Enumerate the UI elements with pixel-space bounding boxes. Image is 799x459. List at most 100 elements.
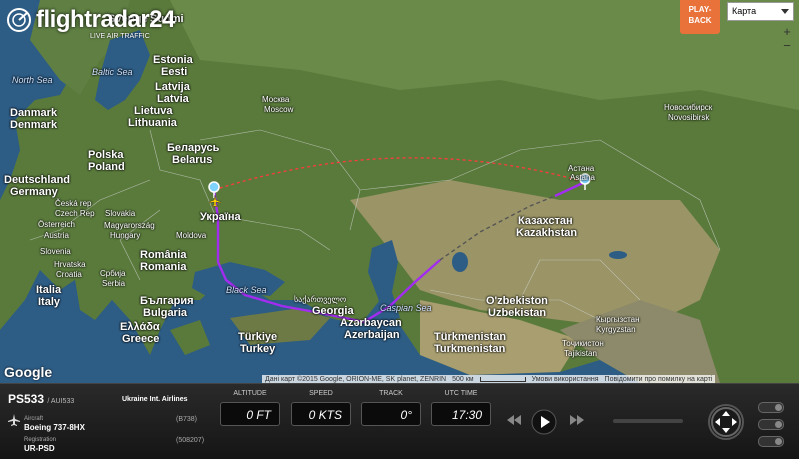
altitude-instrument: ALTITUDE 0 FT	[220, 390, 280, 426]
label-deutschland: Deutschland	[4, 174, 71, 186]
flightradar24-logo[interactable]: flightradar24 LIVE AIR TRAFFIC	[6, 6, 175, 40]
aircraft-icon[interactable]	[209, 195, 221, 207]
zoom-out-button[interactable]: −	[779, 39, 795, 53]
aircraft-code: (B738)	[176, 416, 198, 423]
label-germany: Germany	[10, 186, 58, 198]
label-romania-2: Romania	[140, 261, 187, 273]
airline-name: Ukraine Int. Airlines	[122, 396, 188, 403]
label-magyarorszag: Magyarország	[104, 221, 155, 230]
label-turkey: Turkey	[240, 343, 276, 355]
day-night-toggle[interactable]	[758, 402, 784, 413]
altitude-value: 0 FT	[220, 402, 280, 426]
label-georgia-1: საქართველო	[294, 295, 347, 304]
brand-name: flightradar24	[36, 6, 175, 33]
chevron-down-icon	[781, 9, 789, 14]
flight-info-panel: PS533 / AUI533 Ukraine Int. Airlines Air…	[0, 383, 799, 459]
airplane-icon	[8, 414, 20, 426]
map-attribution: Дані карт ©2015 Google, ORION-ME, SK pla…	[262, 375, 716, 383]
track-title: TRACK	[379, 390, 403, 397]
label-baltic-sea: Baltic Sea	[92, 67, 133, 77]
label-italia: Italia	[36, 284, 62, 296]
speed-title: SPEED	[309, 390, 333, 397]
brand-tagline: LIVE AIR TRAFFIC	[90, 33, 150, 40]
toggle-knob	[775, 438, 782, 445]
map-type-value: Карта	[732, 6, 757, 16]
label-astana-2: Astana	[570, 173, 595, 182]
label-danmark: Danmark	[10, 107, 58, 119]
zoom-in-button[interactable]: +	[779, 25, 795, 39]
move-arrows-icon[interactable]	[708, 404, 744, 440]
label-turkmenistan-2: Turkmenistan	[434, 343, 506, 355]
label-polska: Polska	[88, 149, 124, 161]
label-czech-1: Česká rep	[55, 199, 92, 208]
fast-forward-icon[interactable]	[569, 413, 585, 427]
aircraft-type: Boeing 737-8HX	[24, 423, 85, 432]
label-azerbaijan-2: Azerbaijan	[344, 329, 400, 341]
label-kyrgyzstan-1: Кыргызстан	[596, 315, 640, 324]
label-osterreich: Österreich	[38, 220, 75, 229]
google-logo: Google	[4, 364, 53, 380]
label-tajikistan-1: Тоҷикистон	[562, 339, 604, 348]
label-uzbekistan-1: O'zbekiston	[486, 295, 548, 307]
altitude-title: ALTITUDE	[233, 390, 267, 397]
label-astana-1: Астана	[568, 164, 595, 173]
label-serbia-1: Србија	[100, 269, 126, 278]
attribution-text: Дані карт ©2015 Google, ORION-ME, SK pla…	[265, 375, 447, 383]
terms-link[interactable]: Умови використання	[532, 376, 599, 383]
label-kazakhstan-2: Kazakhstan	[516, 227, 578, 239]
label-tajikistan-2: Tajikistan	[564, 349, 597, 358]
label-latvija: Latvija	[155, 81, 190, 93]
label-croatia: Croatia	[56, 270, 82, 279]
registration-code: (508207)	[176, 437, 205, 444]
labels-toggle[interactable]	[758, 419, 784, 430]
playback-progress-bar[interactable]	[613, 419, 683, 423]
registration-value: UR-PSD	[24, 444, 55, 453]
toggle-knob	[775, 421, 782, 428]
label-hrvatska: Hrvatska	[54, 260, 86, 269]
label-azerbaijan-1: Azərbaycan	[340, 317, 402, 329]
label-kazakhstan-1: Казахстан	[518, 215, 573, 227]
label-hungary: Hungary	[110, 231, 141, 240]
label-moscow-1: Москва	[262, 95, 290, 104]
speed-instrument: SPEED 0 KTS	[291, 390, 351, 426]
scale-label: 500 км	[452, 375, 474, 383]
label-italy: Italy	[38, 296, 61, 308]
label-novosibirsk-2: Novosibirsk	[668, 113, 710, 122]
label-georgia-2: Georgia	[312, 305, 354, 317]
track-instrument: TRACK 0°	[361, 390, 421, 426]
label-czech-2: Czech Rep	[55, 209, 95, 218]
map-type-select[interactable]: Карта	[727, 2, 794, 21]
label-greece-1: Ελλάδα	[120, 321, 160, 333]
scale-bar	[479, 376, 526, 382]
label-uzbekistan-2: Uzbekistan	[488, 307, 547, 319]
label-austria: Austria	[44, 231, 69, 240]
label-bulgaria-2: Bulgaria	[143, 307, 188, 319]
flight-map[interactable]: Sverige Suomi North Sea Baltic Sea Eston…	[0, 0, 799, 383]
label-slovakia: Slovakia	[105, 209, 136, 218]
label-black-sea: Black Sea	[226, 285, 267, 295]
label-poland: Poland	[88, 161, 125, 173]
flight-number: PS533	[8, 392, 45, 406]
label-lithuania: Lithuania	[128, 117, 177, 129]
utc-time-title: UTC TIME	[444, 390, 478, 397]
playback-label-1: PLAY-	[688, 5, 712, 14]
label-latvia: Latvia	[157, 93, 189, 105]
label-serbia-2: Serbia	[102, 279, 126, 288]
playback-button[interactable]: PLAY- BACK	[680, 0, 720, 34]
rewind-icon[interactable]	[506, 413, 522, 427]
label-moscow-2: Moscow	[264, 105, 294, 114]
aircraft-label: Aircraft	[24, 416, 44, 422]
radar-icon	[7, 8, 31, 32]
playback-label-2: BACK	[688, 16, 712, 25]
label-kyrgyzstan-2: Kyrgyzstan	[596, 325, 636, 334]
label-ukraine: Україна	[200, 211, 241, 223]
report-error-link[interactable]: Повідомити про помилку на карті	[605, 376, 713, 383]
flight-details: PS533 / AUI533 Ukraine Int. Airlines Air…	[8, 392, 204, 453]
stats-toggle[interactable]	[758, 436, 784, 447]
label-north-sea: North Sea	[12, 75, 53, 85]
label-turkiye: Türkiye	[238, 331, 278, 343]
label-novosibirsk-1: Новосибирск	[664, 103, 713, 112]
play-icon[interactable]	[531, 409, 557, 435]
utc-time-instrument: UTC TIME 17:30	[431, 390, 491, 426]
utc-time-value: 17:30	[431, 402, 491, 426]
